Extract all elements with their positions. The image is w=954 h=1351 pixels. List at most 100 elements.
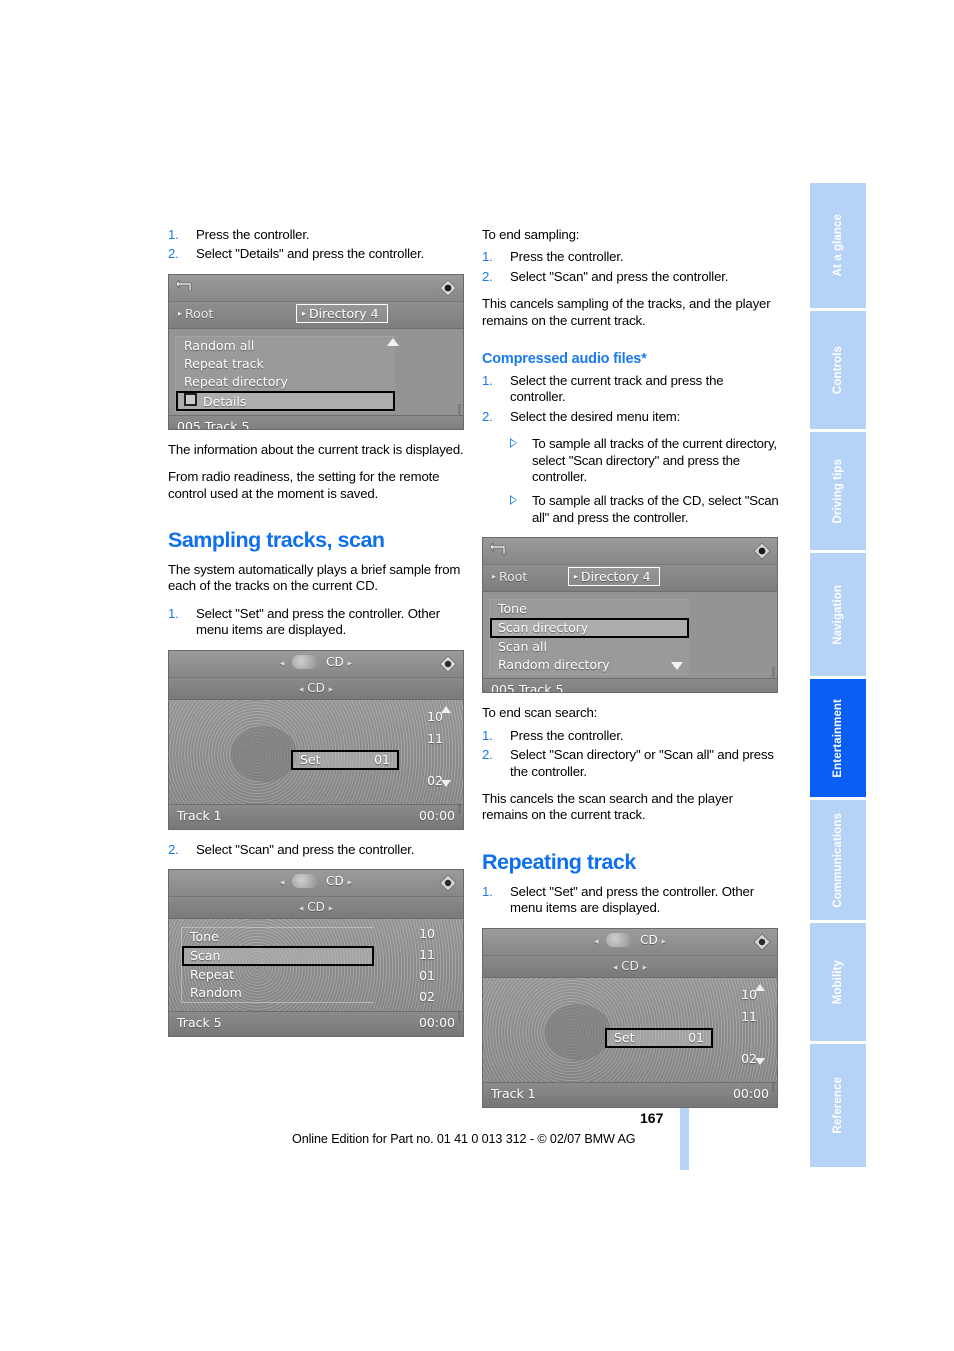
figure-watermark: BMW xyxy=(457,803,462,815)
step-text: Select "Scan" and press the controller. xyxy=(510,268,729,284)
status-time: 00:00 xyxy=(732,1085,769,1101)
screenshot-cd-menu: ◂ CD ▸ ◂ CD ▸ 10 11 01 02 Tone Scan Repe… xyxy=(168,869,464,1038)
menu-item: Repeat xyxy=(190,967,235,983)
paragraph-radio-readiness: From radio readiness, the setting for th… xyxy=(168,469,440,501)
chevron-right-icon: ▸ xyxy=(347,658,353,669)
step-item: 1. Press the controller. xyxy=(482,728,780,744)
screenshot-sub-bar: ◂ CD ▸ xyxy=(169,677,463,700)
paragraph-cancel-sampling: This cancels sampling of the tracks, and… xyxy=(482,296,771,328)
page-number: 167 xyxy=(640,1110,664,1126)
figure-watermark: BMW xyxy=(771,667,776,679)
tab-label: Communications xyxy=(832,812,844,908)
step-number: 1. xyxy=(482,373,493,389)
track-number: 10 xyxy=(741,986,757,1002)
sidebar-tab-driving-tips[interactable]: Driving tips xyxy=(810,432,866,550)
right-column: To end sampling: 1. Press the controller… xyxy=(482,227,780,1120)
step-number: 2. xyxy=(482,747,493,763)
screenshot-menu-list: Tone Scan directory Scan all Random dire… xyxy=(489,599,689,676)
menu-item: Repeat directory xyxy=(184,373,288,389)
set-label: Set xyxy=(300,751,321,767)
cd-knob-icon xyxy=(606,932,633,947)
menu-item: Repeat track xyxy=(184,355,264,371)
screenshot-cd-set: ◂ CD ▸ ◂ CD ▸ 10 11 02 Set 01 Track 1 00… xyxy=(168,649,464,830)
sidebar-tab-entertainment[interactable]: Entertainment xyxy=(810,679,866,797)
step-number: 1. xyxy=(482,249,493,265)
steps-list-set: 1. Select "Set" and press the controller… xyxy=(168,606,466,639)
screenshot-status-bar: Track 5 00:00 xyxy=(169,1011,463,1037)
chevron-left-icon: ◂ xyxy=(279,878,285,889)
sidebar-tab-at-a-glance[interactable]: At a glance xyxy=(810,183,866,308)
triangle-bullet-icon xyxy=(510,438,517,449)
lead-end-sampling: To end sampling: xyxy=(482,227,580,242)
tab-label: Reference xyxy=(832,1077,844,1134)
chevron-right-icon: ▸ xyxy=(492,572,497,582)
lead-end-scan-search: To end scan search: xyxy=(482,705,598,721)
screenshot-top-bar: ◂ CD ▸ xyxy=(483,928,777,956)
sidebar-tab-navigation[interactable]: Navigation xyxy=(810,553,866,676)
section-tab-rail: At a glance Controls Driving tips Naviga… xyxy=(810,183,866,1170)
sidebar-tab-mobility[interactable]: Mobility xyxy=(810,923,866,1041)
step-item: 1. Select the current track and press th… xyxy=(482,373,780,406)
back-arrow-icon xyxy=(176,279,192,292)
bullet-list-compressed: To sample all tracks of the current dire… xyxy=(482,436,780,526)
controller-diamond-icon xyxy=(439,655,457,673)
back-arrow-icon xyxy=(490,543,506,555)
set-label: Set xyxy=(614,1029,635,1045)
screenshot-status-bar: 005 Track 5 xyxy=(483,678,777,693)
cd-hub-decor xyxy=(231,725,297,782)
step-item: 2. Select "Details" and press the contro… xyxy=(168,246,466,262)
steps-list-scan: 2. Select "Scan" and press the controlle… xyxy=(168,842,466,858)
step-text: Press the controller. xyxy=(196,227,310,242)
chevron-left-icon: ◂ xyxy=(612,962,618,973)
chevron-right-icon: ▸ xyxy=(328,904,334,915)
step-text: Select "Set" and press the controller. O… xyxy=(196,605,440,638)
sidebar-tab-reference[interactable]: Reference xyxy=(810,1044,866,1167)
step-item: 1. Select "Set" and press the controller… xyxy=(168,606,466,639)
menu-item-selected: Scan directory xyxy=(490,618,689,639)
steps-list-end-sampling: 1. Press the controller. 2. Select "Scan… xyxy=(482,249,780,285)
sub-label: CD xyxy=(307,680,325,695)
step-text: Select "Scan directory" or "Scan all" an… xyxy=(510,747,774,779)
tab-label: Entertainment xyxy=(832,698,844,778)
step-item: 2. Select the desired menu item: xyxy=(482,409,780,425)
step-text: Select the current track and press the c… xyxy=(510,373,724,405)
screenshot-list-body: Random all Repeat track Repeat directory… xyxy=(169,328,463,415)
breadcrumb-selected: ▸ Directory 4 xyxy=(296,303,388,323)
screenshot-menu-list: Random all Repeat track Repeat directory… xyxy=(175,335,399,412)
paragraph-track-info: The information about the current track … xyxy=(168,441,464,457)
chevron-right-icon: ▸ xyxy=(302,308,307,318)
triangle-bullet-icon xyxy=(510,495,517,506)
sidebar-tab-controls[interactable]: Controls xyxy=(810,311,866,429)
chevron-left-icon: ◂ xyxy=(298,684,304,695)
track-number: 02 xyxy=(419,989,435,1005)
step-item: 1. Press the controller. xyxy=(168,227,466,243)
screenshot-top-bar: ◂ CD ▸ xyxy=(169,650,463,678)
chevron-left-icon: ◂ xyxy=(593,936,599,947)
track-number: 02 xyxy=(741,1050,757,1066)
tab-label: Controls xyxy=(832,345,844,395)
step-number: 2. xyxy=(168,246,179,262)
heading-compressed-audio-files: Compressed audio files* xyxy=(482,351,647,368)
status-text: 005 Track 5 xyxy=(177,418,250,430)
step-item: 1. Select "Set" and press the controller… xyxy=(482,884,780,917)
step-number: 2. xyxy=(168,841,179,857)
manual-page: 1. Press the controller. 2. Select "Deta… xyxy=(0,0,954,1351)
tab-label: Mobility xyxy=(832,959,844,1005)
menu-item-selected: Scan xyxy=(182,946,374,967)
breadcrumb-root: ▸ Root xyxy=(492,569,528,585)
step-item: 1. Press the controller. xyxy=(482,249,780,265)
track-number: 11 xyxy=(741,1008,757,1024)
step-text: Select "Details" and press the controlle… xyxy=(196,246,425,262)
status-track: Track 5 xyxy=(177,1015,222,1031)
screenshot-sub-bar: ◂ CD ▸ xyxy=(483,955,777,978)
status-time: 00:00 xyxy=(418,807,455,823)
track-number: 02 xyxy=(427,772,443,788)
sub-label: CD xyxy=(621,958,639,973)
cd-hub-decor xyxy=(545,1003,611,1060)
step-number: 1. xyxy=(482,727,493,743)
set-selection-box: Set 01 xyxy=(291,749,399,770)
controller-diamond-icon xyxy=(753,542,771,560)
sidebar-tab-communications[interactable]: Communications xyxy=(810,800,866,920)
step-number: 2. xyxy=(482,408,493,424)
screenshot-cd-disc-body: 10 11 02 Set 01 xyxy=(169,699,463,804)
